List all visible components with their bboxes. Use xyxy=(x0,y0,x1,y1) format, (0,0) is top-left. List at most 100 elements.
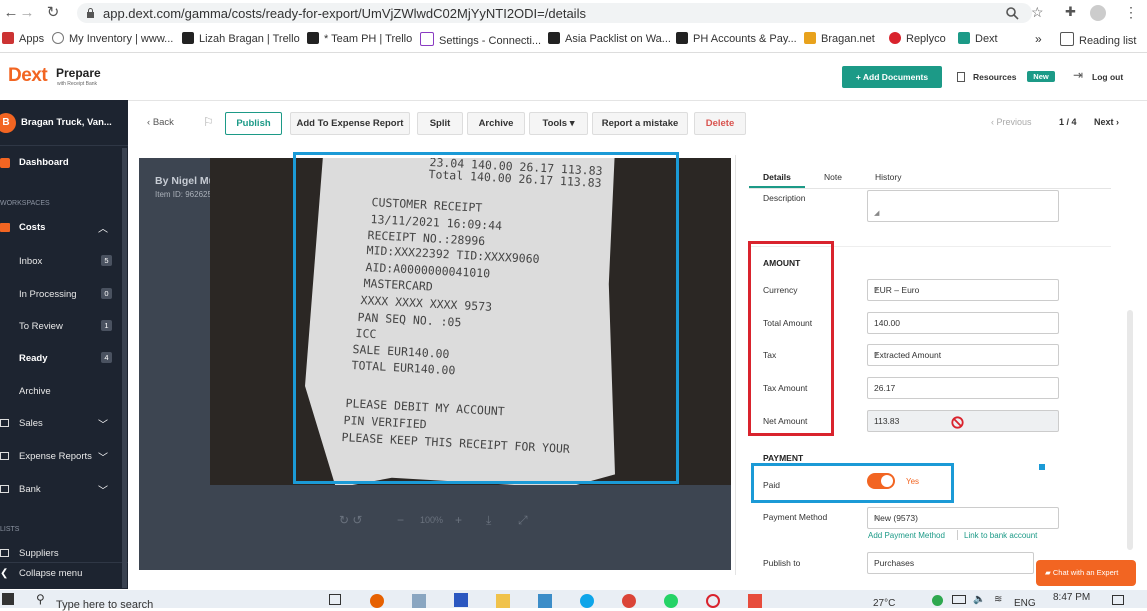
chevron-down-icon[interactable]: ﹀ xyxy=(98,416,108,431)
firefox-icon[interactable] xyxy=(370,594,384,608)
whatsapp-icon[interactable] xyxy=(664,594,678,608)
sidebar-item-costs[interactable]: Costs xyxy=(19,222,45,233)
browser-menu-icon[interactable]: ⋮ xyxy=(1124,4,1138,21)
publish-to-select[interactable]: Purchases xyxy=(867,552,1034,574)
tax-amount-input[interactable]: 26.17 xyxy=(867,377,1059,399)
dext-logo[interactable]: Dext xyxy=(8,65,48,87)
tab-details[interactable]: Details xyxy=(763,172,791,182)
sidebar-item-bank[interactable]: Bank xyxy=(19,484,41,495)
tab-note[interactable]: Note xyxy=(824,172,842,182)
more-bookmarks[interactable]: » xyxy=(1035,32,1042,46)
costs-cart-icon xyxy=(0,223,10,232)
currency-select[interactable]: EUR – Euro ▾ xyxy=(867,279,1059,301)
sidebar-item-sales[interactable]: Sales xyxy=(19,418,43,429)
account-avatar[interactable]: B xyxy=(0,113,16,133)
add-to-expense-report-button[interactable]: Add To Expense Report xyxy=(290,112,410,135)
sidebar-scrollbar[interactable] xyxy=(122,148,127,588)
collapse-menu-button[interactable]: Collapse menu xyxy=(19,568,82,579)
notifications-icon[interactable] xyxy=(1112,595,1124,605)
bookmark-apps[interactable]: Apps xyxy=(2,32,44,45)
split-button[interactable]: Split xyxy=(417,112,463,135)
sidebar-item-dashboard[interactable]: Dashboard xyxy=(19,157,69,168)
report-mistake-button[interactable]: Report a mistake xyxy=(592,112,688,135)
sales-icon xyxy=(0,419,9,427)
download-icon[interactable]: ⤓ xyxy=(486,513,491,528)
to-review-count-badge: 1 xyxy=(101,320,112,331)
product-subtitle: with Receipt Bank xyxy=(57,81,98,87)
chevron-up-icon[interactable]: ︿ xyxy=(98,220,108,235)
bookmark-trello-lizah[interactable]: Lizah Bragan | Trello xyxy=(182,32,300,45)
sidebar-item-inbox[interactable]: Inbox xyxy=(19,256,42,267)
sidebar-item-in-processing[interactable]: In Processing xyxy=(19,289,77,300)
delete-button[interactable]: Delete xyxy=(694,112,746,135)
payment-heading: PAYMENT xyxy=(763,453,804,463)
tab-history[interactable]: History xyxy=(875,172,901,182)
task-view-icon[interactable] xyxy=(329,594,341,605)
tax-select[interactable]: Extracted Amount ▾ xyxy=(867,344,1059,366)
wps-icon[interactable] xyxy=(748,594,762,608)
sidebar-item-expense-reports[interactable]: Expense Reports xyxy=(19,451,92,462)
file-explorer-icon[interactable] xyxy=(496,594,510,608)
bookmark-bragan[interactable]: Bragan.net xyxy=(804,32,875,45)
panel-scrollbar[interactable] xyxy=(1127,310,1133,550)
windows-start-icon[interactable] xyxy=(2,593,14,605)
zoom-out-icon[interactable]: − xyxy=(397,513,404,527)
archive-button[interactable]: Archive xyxy=(467,112,525,135)
suppliers-icon xyxy=(0,549,9,557)
chrome-icon[interactable] xyxy=(622,594,636,608)
previous-link[interactable]: ‹ Previous xyxy=(991,117,1032,127)
taskbar-search-input[interactable]: Type here to search xyxy=(56,599,153,611)
bookmark-replyco[interactable]: Replyco xyxy=(889,32,946,45)
resources-link[interactable]: Resources xyxy=(973,72,1016,82)
paid-highlight-box xyxy=(751,463,954,503)
back-link[interactable]: ‹ Back xyxy=(147,117,174,128)
logout-link[interactable]: Log out xyxy=(1092,72,1123,82)
add-payment-method-link[interactable]: Add Payment Method xyxy=(868,531,945,540)
sidebar-item-suppliers[interactable]: Suppliers xyxy=(19,548,59,559)
skype-icon[interactable] xyxy=(580,594,594,608)
reading-list[interactable]: Reading list xyxy=(1060,32,1136,47)
bookmark-ph-accounts[interactable]: PH Accounts & Pay... xyxy=(676,32,797,45)
bookmark-asia-packlist[interactable]: Asia Packlist on Wa... xyxy=(548,32,671,45)
chevron-down-icon[interactable]: ﹀ xyxy=(98,482,108,497)
sidebar-divider xyxy=(0,145,128,146)
bookmark-inventory[interactable]: My Inventory | www... xyxy=(52,32,173,45)
chevron-down-icon[interactable]: ﹀ xyxy=(98,449,108,464)
extensions-puzzle-icon[interactable]: ✚ xyxy=(1065,4,1076,20)
description-textarea[interactable]: ◢ xyxy=(867,190,1059,222)
sidebar-item-ready[interactable]: Ready xyxy=(19,353,48,364)
app-icon[interactable] xyxy=(538,594,552,608)
url-field[interactable]: app.dext.com/gamma/costs/ready-for-expor… xyxy=(77,3,1032,23)
total-amount-input[interactable]: 140.00 xyxy=(867,312,1059,334)
app-header: Dext Prepare with Receipt Bank + Add Doc… xyxy=(0,53,1147,101)
bookmark-trello-team[interactable]: * Team PH | Trello xyxy=(307,32,412,45)
tools-dropdown[interactable]: Tools ▾ xyxy=(529,112,588,135)
payment-method-select[interactable]: New (9573) ▾ xyxy=(867,507,1059,529)
sidebar-item-to-review[interactable]: To Review xyxy=(19,321,63,332)
language-indicator: ENG xyxy=(1014,598,1036,609)
zoom-in-icon[interactable]: + xyxy=(455,513,462,527)
clock-app-icon[interactable] xyxy=(706,594,720,608)
rotate-icon[interactable]: ↻ ↺ xyxy=(339,513,362,527)
forward-arrow-icon[interactable]: → xyxy=(18,4,36,22)
sidebar-item-archive[interactable]: Archive xyxy=(19,386,51,397)
photos-app-icon[interactable] xyxy=(412,594,426,608)
teams-grid-icon[interactable] xyxy=(454,593,468,607)
fullscreen-icon[interactable]: ⤢ xyxy=(518,513,528,528)
logout-icon: ⇥ xyxy=(1073,68,1084,82)
profile-avatar-icon[interactable] xyxy=(1090,5,1106,21)
next-link[interactable]: Next › xyxy=(1094,117,1119,127)
collapse-arrow-icon[interactable]: ❮ xyxy=(0,568,8,579)
bookmark-dext[interactable]: Dext xyxy=(958,32,998,45)
flag-icon[interactable]: ⚐ xyxy=(203,115,214,129)
chat-with-expert-button[interactable]: ▰ Chat with an Expert xyxy=(1036,560,1136,586)
link-bank-account-link[interactable]: Link to bank account xyxy=(964,531,1037,540)
bookmark-settings[interactable]: Settings - Connecti... xyxy=(420,32,541,47)
reload-icon[interactable]: ↻ xyxy=(44,4,62,22)
zoom-search-icon[interactable] xyxy=(1005,6,1019,20)
add-documents-button[interactable]: + Add Documents xyxy=(842,66,942,88)
expense-reports-icon xyxy=(0,452,9,460)
account-name[interactable]: Bragan Truck, Van... xyxy=(21,117,112,128)
publish-button[interactable]: Publish xyxy=(225,112,282,135)
star-bookmark-icon[interactable]: ☆ xyxy=(1031,4,1044,21)
